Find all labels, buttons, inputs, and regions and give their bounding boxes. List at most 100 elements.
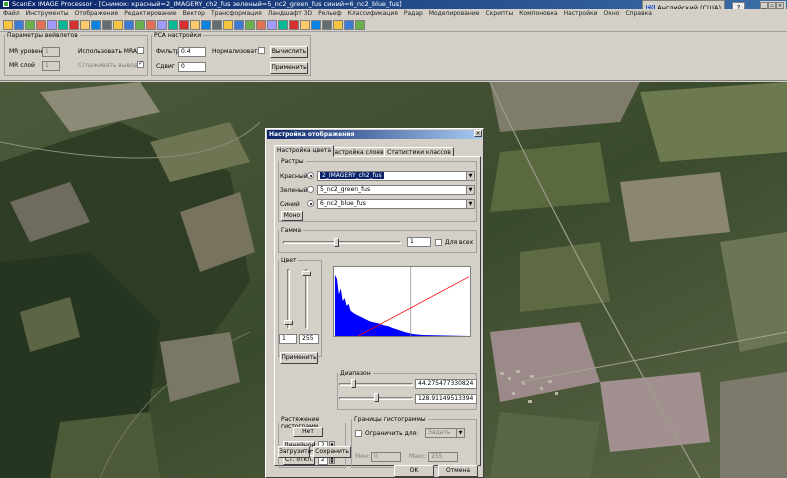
settings-icon[interactable] — [344, 20, 354, 30]
dialog-close-button[interactable]: × — [474, 130, 482, 137]
menu-item-11[interactable]: Скрипты — [482, 9, 516, 18]
bounds-limit-checkbox[interactable] — [355, 430, 362, 437]
grid-icon[interactable] — [124, 20, 134, 30]
folder-icon[interactable] — [25, 20, 35, 30]
info-icon[interactable] — [157, 20, 167, 30]
mono-button[interactable]: Моно — [281, 211, 303, 221]
chart-icon[interactable] — [179, 20, 189, 30]
pca-apply-button[interactable]: Применить — [270, 62, 308, 74]
zoom-out-icon[interactable] — [69, 20, 79, 30]
use-mra-checkbox[interactable] — [137, 47, 144, 54]
red-radio[interactable] — [307, 172, 314, 179]
zoom-fit-icon[interactable] — [91, 20, 101, 30]
ok-button[interactable]: OK — [394, 465, 434, 477]
hsv-icon[interactable] — [234, 20, 244, 30]
window-title: ScanEx IMAGE Processor - [Снимок: красны… — [12, 0, 402, 8]
range-high-thumb[interactable] — [373, 393, 379, 402]
menu-item-9[interactable]: Радар — [401, 9, 426, 18]
stretch-none-button[interactable]: Нет — [293, 427, 323, 437]
bounds-limit-label: Ограничить для: — [365, 430, 419, 437]
menu-item-15[interactable]: Справка — [622, 9, 654, 18]
color-min-input[interactable]: 1 — [279, 334, 297, 344]
menu-item-6[interactable]: Ландшафт 3D — [265, 9, 315, 18]
save-icon[interactable] — [14, 20, 24, 30]
close-window-button[interactable]: × — [776, 2, 784, 9]
mr-layer-input[interactable]: 1 — [42, 61, 60, 71]
color-slider-min-thumb[interactable] — [284, 320, 293, 325]
blue-label: Синий — [280, 201, 300, 208]
compass-icon[interactable] — [311, 20, 321, 30]
color-max-input[interactable]: 255 — [299, 334, 319, 344]
minimize-button[interactable]: _ — [760, 2, 768, 9]
menu-item-13[interactable]: Настройки — [561, 9, 601, 18]
crosshair-icon[interactable] — [289, 20, 299, 30]
open-icon[interactable] — [3, 20, 13, 30]
zoom-layer-icon[interactable] — [102, 20, 112, 30]
cancel-button[interactable]: Отмена — [438, 465, 478, 477]
blue-radio[interactable] — [307, 200, 314, 207]
load-button[interactable]: Загрузить — [278, 446, 311, 458]
bounds-max-input[interactable]: 255 — [428, 452, 458, 462]
menu-item-14[interactable]: Окно — [601, 9, 623, 18]
menu-item-5[interactable]: Трансформация — [208, 9, 265, 18]
zoom-in-icon[interactable] — [58, 20, 68, 30]
bounds-limit-value: Задать — [428, 429, 451, 436]
curve-icon[interactable] — [256, 20, 266, 30]
pan-icon[interactable] — [322, 20, 332, 30]
window-icon[interactable] — [267, 20, 277, 30]
zoom-box-icon[interactable] — [80, 20, 90, 30]
color-settings-page: Растры Красный 2_IMAGERY_ch2_fus ▼ Зелены… — [274, 156, 481, 468]
range-low-input[interactable]: 44.275477330824 — [415, 379, 477, 389]
image-icon[interactable] — [168, 20, 178, 30]
record-icon[interactable] — [278, 20, 288, 30]
blue-raster-select[interactable]: 6_nc2_blue_fus ▼ — [317, 199, 475, 209]
red-raster-select[interactable]: 2_IMAGERY_ch2_fus ▼ — [317, 171, 475, 181]
green-raster-select[interactable]: 5_nc2_green_fus ▼ — [317, 185, 475, 195]
rgb-icon[interactable] — [190, 20, 200, 30]
menu-item-12[interactable]: Компоновка — [516, 9, 560, 18]
menu-item-10[interactable]: Моделирование — [426, 9, 483, 18]
monitor-icon[interactable] — [135, 20, 145, 30]
maximize-button[interactable]: ▫ — [768, 2, 776, 9]
stamp-icon[interactable] — [300, 20, 310, 30]
frame-icon[interactable] — [355, 20, 365, 30]
mr-level-input[interactable]: 1 — [42, 47, 60, 57]
bars-icon[interactable] — [201, 20, 211, 30]
table-icon[interactable] — [212, 20, 222, 30]
select-icon[interactable] — [223, 20, 233, 30]
gamma-slider-thumb[interactable] — [333, 238, 339, 247]
gamma-value-input[interactable]: 1 — [407, 237, 431, 247]
color-slider-max-thumb[interactable] — [302, 271, 311, 276]
menu-item-7[interactable]: Рельеф — [315, 9, 345, 18]
rasters-legend: Растры — [281, 158, 304, 165]
normalize-checkbox[interactable] — [258, 47, 265, 54]
zoom-icon[interactable] — [333, 20, 343, 30]
tab-color-settings[interactable]: Настройка цвета — [274, 145, 335, 157]
menu-item-0[interactable]: Файл — [0, 9, 23, 18]
save-settings-button[interactable]: Сохранить — [313, 446, 351, 458]
menu-item-3[interactable]: Редактирование — [121, 9, 179, 18]
menu-item-2[interactable]: Отображение — [72, 9, 122, 18]
range-low-thumb[interactable] — [350, 379, 356, 388]
menu-item-8[interactable]: Классификация — [345, 9, 401, 18]
gamma-slider-track — [283, 241, 401, 244]
hand-icon[interactable] — [47, 20, 57, 30]
pencil-icon[interactable] — [113, 20, 123, 30]
pca-shift-input[interactable]: 0 — [178, 62, 206, 72]
smooth-output-checkbox[interactable] — [137, 60, 144, 68]
histogram-area — [334, 274, 470, 336]
menu-item-4[interactable]: Вектор — [180, 9, 208, 18]
range-high-input[interactable]: 128.91149513394 — [415, 394, 477, 404]
stack-icon[interactable] — [146, 20, 156, 30]
layers-icon[interactable] — [36, 20, 46, 30]
green-radio[interactable] — [307, 186, 314, 193]
color-apply-button[interactable]: Применить — [280, 352, 318, 364]
compute-button[interactable]: Вычислить — [270, 46, 308, 58]
menu-item-1[interactable]: Инструменты — [23, 9, 72, 18]
bounds-min-input[interactable]: 0 — [371, 452, 401, 462]
gamma-for-all-checkbox[interactable] — [435, 239, 442, 246]
globe-icon[interactable] — [245, 20, 255, 30]
pca-filter-input[interactable]: 0.4 — [178, 47, 206, 57]
gamma-for-all-label: Для всех — [445, 239, 474, 246]
bounds-limit-select[interactable]: Задать ▼ — [425, 428, 465, 438]
